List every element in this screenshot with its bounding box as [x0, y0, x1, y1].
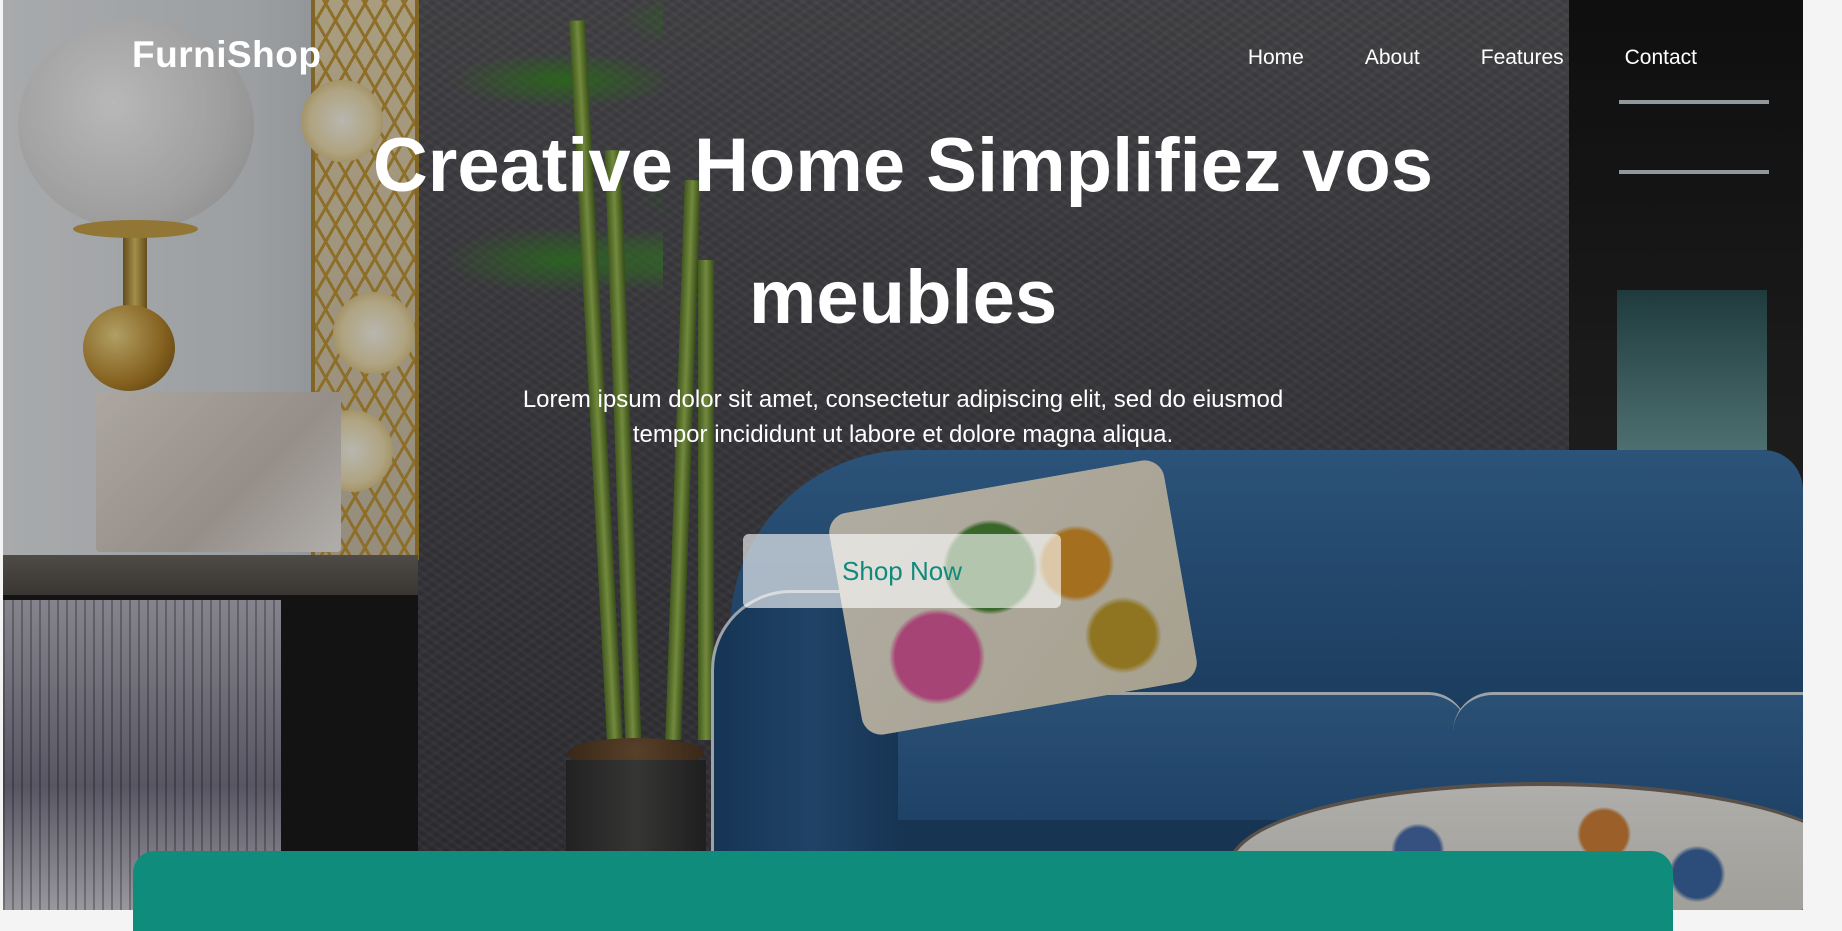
- shop-now-button[interactable]: Shop Now: [743, 534, 1061, 608]
- hero-title: Creative Home Simplifiez vos meubles: [372, 123, 1434, 340]
- nav-link-about[interactable]: About: [1365, 46, 1420, 70]
- hero-subtitle: Lorem ipsum dolor sit amet, consectetur …: [522, 386, 1284, 448]
- features-panel: [133, 851, 1673, 931]
- nav-link-contact[interactable]: Contact: [1625, 46, 1697, 70]
- page-scrollbar[interactable]: [1803, 0, 1842, 910]
- main-nav: Home About Features Contact: [1248, 46, 1697, 70]
- brand-logo[interactable]: FurniShop: [132, 34, 321, 76]
- nav-link-features[interactable]: Features: [1481, 46, 1564, 70]
- nav-link-home[interactable]: Home: [1248, 46, 1304, 70]
